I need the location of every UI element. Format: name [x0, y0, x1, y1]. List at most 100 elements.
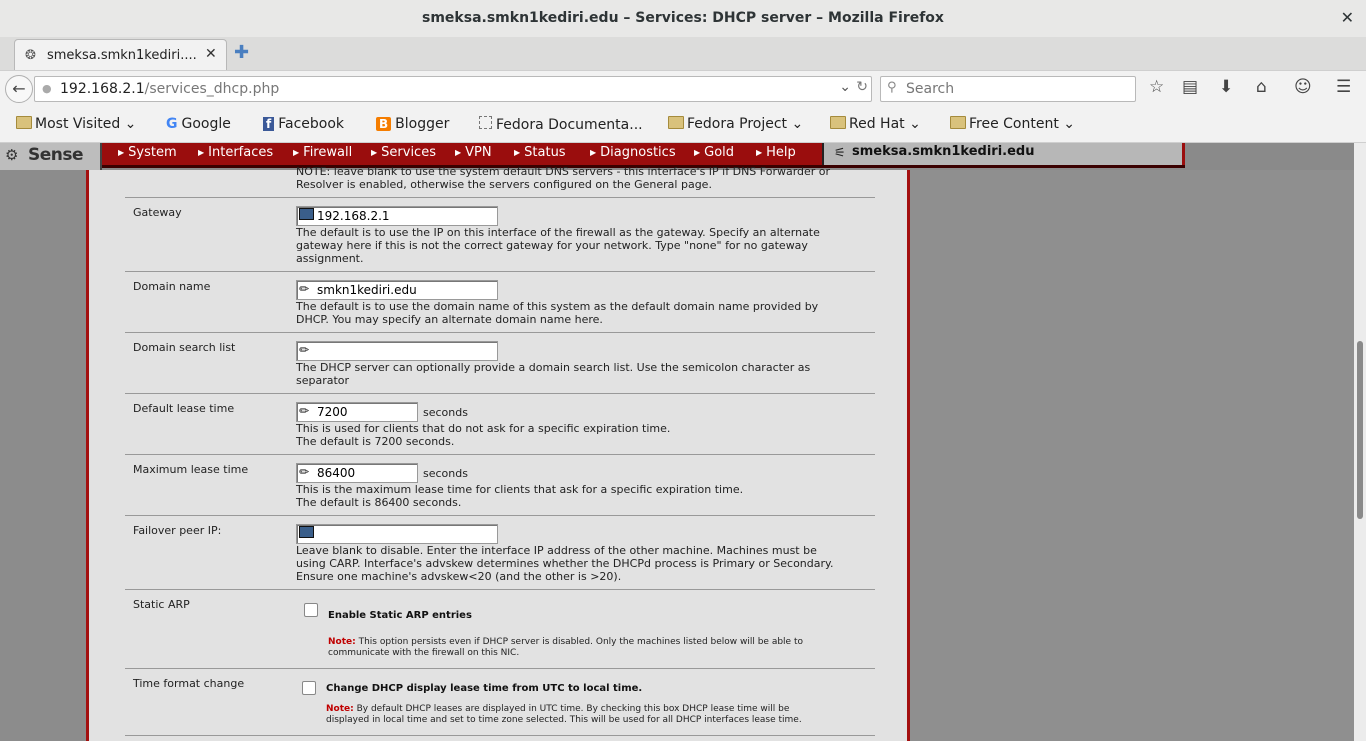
back-arrow-icon: ←: [12, 79, 26, 98]
default-lease-label: Default lease time: [133, 402, 235, 415]
dns-note: NOTE: leave blank to use the system defa…: [296, 165, 831, 191]
dhcp-settings-panel: NOTE: leave blank to use the system defa…: [86, 165, 910, 741]
search-input[interactable]: ⚲ Search: [880, 76, 1136, 102]
time-format-row: Time format change Change DHCP display l…: [125, 669, 875, 736]
bookmark-free-content[interactable]: Free Content ⌄: [950, 116, 1075, 132]
static-arp-note: Note: This option persists even if DHCP …: [328, 637, 803, 658]
pencil-icon: ✏: [299, 404, 310, 418]
time-format-note: Note: By default DHCP leases are display…: [326, 704, 802, 725]
back-button[interactable]: ←: [5, 75, 33, 103]
failover-input[interactable]: [296, 524, 498, 544]
static-arp-checkbox-label[interactable]: Enable Static ARP entries: [328, 610, 472, 621]
hostname-box: ⚟ smeksa.smkn1kediri.edu: [822, 143, 1182, 165]
menu-status[interactable]: ▶ Status: [514, 145, 566, 160]
tab-label: smeksa.smkn1kediri....: [47, 48, 197, 63]
home-icon[interactable]: ⌂: [1256, 77, 1267, 97]
default-lease-input[interactable]: ✏ 7200: [296, 402, 418, 422]
pfsense-favicon-icon: ❂: [25, 48, 36, 63]
computer-icon: [299, 526, 314, 541]
max-lease-desc: This is the maximum lease time for clien…: [296, 483, 744, 509]
failover-row: Failover peer IP: Leave blank to disable…: [125, 516, 875, 590]
domain-search-row: Domain search list ✏ The DHCP server can…: [125, 333, 875, 394]
window-close-button[interactable]: ✕: [1341, 8, 1354, 27]
pencil-icon: ✏: [299, 282, 310, 296]
menu-diagnostics[interactable]: ▶ Diagnostics: [590, 145, 676, 160]
domain-name-label: Domain name: [133, 280, 211, 293]
menu-gold[interactable]: ▶ Gold: [694, 145, 734, 160]
bookmark-star-icon[interactable]: ☆: [1149, 77, 1164, 97]
failover-desc: Leave blank to disable. Enter the interf…: [296, 544, 834, 583]
bookmark-fedora-project[interactable]: Fedora Project ⌄: [668, 116, 803, 132]
search-placeholder: Search: [906, 81, 955, 97]
browser-tab[interactable]: ❂ smeksa.smkn1kediri.... ✕: [14, 39, 227, 71]
menu-interfaces[interactable]: ▶ Interfaces: [198, 145, 273, 160]
tab-strip: ❂ smeksa.smkn1kediri.... ✕: [0, 37, 1366, 71]
menu-services[interactable]: ▶ Services: [371, 145, 436, 160]
window-title: smeksa.smkn1kediri.edu – Services: DHCP …: [422, 10, 944, 26]
gateway-desc: The default is to use the IP on this int…: [296, 226, 820, 265]
page-background-right: [906, 170, 1354, 741]
menu-help[interactable]: ▶ Help: [756, 145, 796, 160]
bookmark-google[interactable]: G Google: [166, 116, 231, 132]
max-lease-label: Maximum lease time: [133, 463, 249, 476]
time-format-checkbox[interactable]: [302, 681, 316, 695]
window-titlebar: smeksa.smkn1kediri.edu – Services: DHCP …: [0, 0, 1366, 38]
default-lease-desc: This is used for clients that do not ask…: [296, 422, 671, 448]
domain-search-input[interactable]: ✏: [296, 341, 498, 361]
max-lease-input[interactable]: ✏ 86400: [296, 463, 418, 483]
folder-icon: [830, 116, 846, 129]
google-icon: G: [166, 116, 178, 132]
time-format-checkbox-label[interactable]: Change DHCP display lease time from UTC …: [326, 683, 642, 694]
reload-icon[interactable]: ↻: [856, 79, 868, 95]
page-scrollbar[interactable]: [1354, 143, 1366, 741]
static-arp-row: Static ARP Enable Static ARP entries Not…: [125, 590, 875, 669]
bookmark-blogger[interactable]: B Blogger: [376, 116, 449, 132]
static-arp-checkbox[interactable]: [304, 603, 318, 617]
menu-firewall[interactable]: ▶ Firewall: [293, 145, 352, 160]
pencil-icon: ✏: [299, 465, 310, 479]
url-host: 192.168.2.1: [60, 81, 145, 97]
url-dropdown-icon[interactable]: ⌄: [839, 79, 851, 95]
url-bar[interactable]: ● 192.168.2.1/services_dhcp.php ⌄ ↻: [34, 76, 872, 102]
globe-icon: ●: [42, 82, 52, 95]
navigation-toolbar: ← ● 192.168.2.1/services_dhcp.php ⌄ ↻ ⚲ …: [0, 70, 1366, 107]
reading-list-icon[interactable]: ▤: [1182, 77, 1198, 97]
menu-vpn[interactable]: ▶ VPN: [455, 145, 492, 160]
static-arp-label: Static ARP: [133, 598, 190, 611]
menu-hamburger-icon[interactable]: ☰: [1336, 77, 1351, 97]
max-lease-row: Maximum lease time ✏ 86400 seconds This …: [125, 455, 875, 516]
bookmark-fedora-docs[interactable]: Fedora Documenta...: [479, 116, 643, 133]
chat-icon[interactable]: ☺: [1294, 77, 1312, 97]
domain-name-row: Domain name ✏ smkn1kediri.edu The defaul…: [125, 272, 875, 333]
page-icon: [479, 116, 492, 129]
tab-close-icon[interactable]: ✕: [205, 46, 217, 62]
bookmark-red-hat[interactable]: Red Hat ⌄: [830, 116, 921, 132]
search-icon: ⚲: [887, 80, 897, 95]
download-icon[interactable]: ⬇: [1219, 77, 1233, 97]
default-lease-row: Default lease time ✏ 7200 seconds This i…: [125, 394, 875, 455]
new-tab-button[interactable]: ✚: [234, 42, 249, 63]
folder-icon: [16, 116, 32, 129]
domain-search-desc: The DHCP server can optionally provide a…: [296, 361, 811, 387]
gateway-label: Gateway: [133, 206, 182, 219]
failover-label: Failover peer IP:: [133, 524, 222, 537]
bookmark-facebook[interactable]: f Facebook: [263, 116, 344, 132]
network-icon: ⚟: [834, 146, 846, 161]
computer-icon: [299, 208, 314, 223]
default-lease-unit: seconds: [423, 406, 468, 419]
menu-system[interactable]: ▶ System: [118, 145, 177, 160]
max-lease-unit: seconds: [423, 467, 468, 480]
pencil-icon: ✏: [299, 343, 310, 357]
pfsense-logo[interactable]: ⚙ Sense: [0, 143, 102, 170]
gateway-input[interactable]: 192.168.2.1: [296, 206, 498, 226]
bookmarks-toolbar: Most Visited ⌄ G Google f Facebook B Blogge…: [0, 106, 1366, 143]
domain-name-desc: The default is to use the domain name of…: [296, 300, 819, 326]
blogger-icon: B: [376, 117, 392, 131]
bookmark-most-visited[interactable]: Most Visited ⌄: [16, 116, 136, 132]
scrollbar-thumb[interactable]: [1357, 341, 1363, 519]
hostname: smeksa.smkn1kediri.edu: [852, 144, 1035, 159]
dns-servers-row: NOTE: leave blank to use the system defa…: [125, 164, 875, 198]
folder-icon: [950, 116, 966, 129]
domain-name-input[interactable]: ✏ smkn1kediri.edu: [296, 280, 498, 300]
url-path: /services_dhcp.php: [144, 81, 280, 97]
